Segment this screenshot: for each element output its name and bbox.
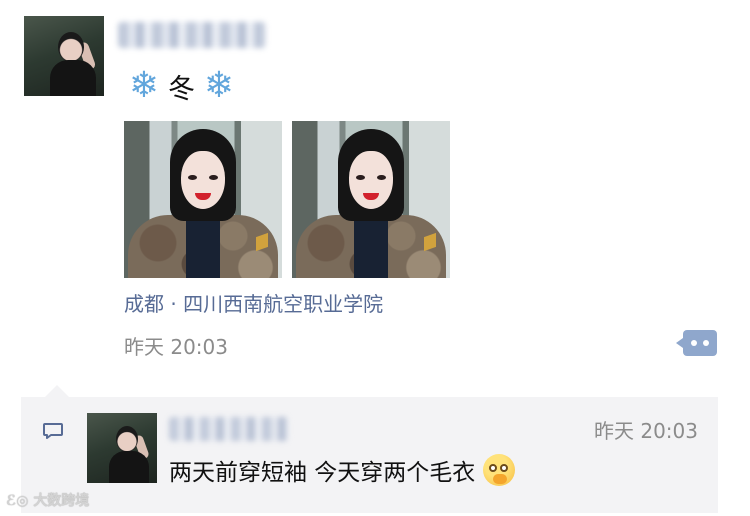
watermark: ℰ◎ 大数跨境 — [6, 490, 89, 510]
post-author-avatar[interactable] — [24, 16, 104, 96]
watermark-text: 大数跨境 — [33, 493, 90, 509]
dot-icon — [703, 340, 709, 346]
comment-icon — [43, 423, 63, 439]
comment-time: 昨天 20:03 — [594, 419, 698, 443]
comment-section: 昨天 20:03 两天前穿短袖 今天穿两个毛衣 — [21, 385, 718, 513]
dot-icon — [691, 340, 697, 346]
more-actions-button[interactable] — [676, 330, 717, 356]
post-timestamp: 昨天 20:03 — [124, 335, 228, 359]
snowflake-icon: ❄ — [203, 65, 235, 106]
comment-text: 两天前穿短袖 今天穿两个毛衣 — [169, 453, 516, 487]
face-with-hand-emoji-icon — [483, 454, 516, 486]
post-author-name-blurred[interactable] — [118, 22, 266, 48]
post-photo-2[interactable] — [292, 121, 450, 278]
snowflake-icon: ❄ — [128, 65, 160, 106]
watermark-logo-icon: ℰ◎ — [6, 493, 29, 509]
post-location-link[interactable]: 成都 · 四川西南航空职业学院 — [124, 288, 383, 317]
post-text: ❄ 冬 ❄ — [124, 64, 239, 108]
post-text-content: 冬 — [168, 73, 195, 105]
comment-text-content: 两天前穿短袖 今天穿两个毛衣 — [169, 460, 476, 486]
commenter-name-blurred[interactable] — [169, 417, 289, 441]
commenter-avatar[interactable] — [87, 413, 157, 483]
post-photo-1[interactable] — [124, 121, 282, 278]
